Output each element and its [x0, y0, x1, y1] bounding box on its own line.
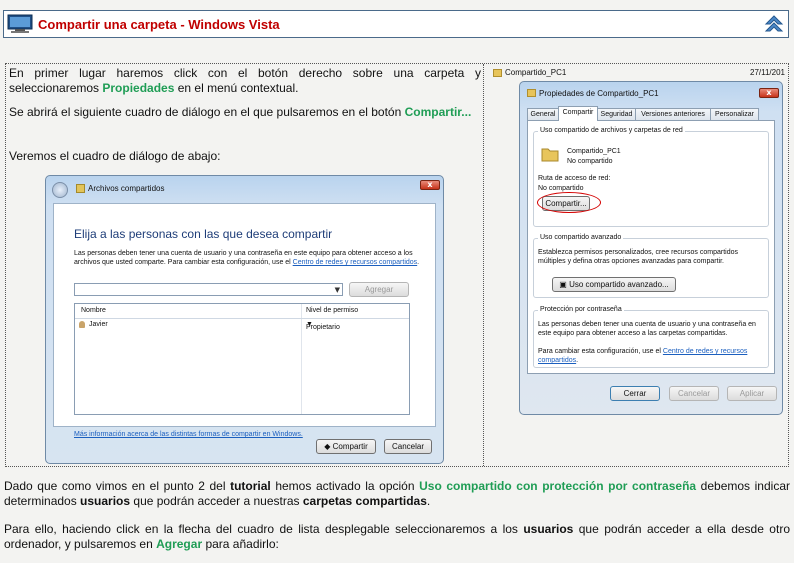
password-description: Las personas deben tener una cuenta de u… [538, 321, 756, 337]
group-title: Uso compartido avanzado [538, 234, 624, 241]
advanced-sharing-button[interactable]: ▣ Uso compartido avanzado... [552, 277, 676, 292]
add-button[interactable]: Agregar [349, 282, 409, 297]
close-icon[interactable]: x [759, 88, 779, 98]
intro-paragraph-3: Veremos el cuadro de diálogo de abajo: [9, 149, 221, 163]
content-table: En primer lugar haremos click con el bot… [5, 63, 789, 467]
tab-seguridad[interactable]: Seguridad [597, 108, 636, 120]
share-button[interactable]: ◆ Compartir [316, 439, 376, 454]
tab-personalizar[interactable]: Personalizar [710, 108, 759, 120]
user-combo-input[interactable]: ▼ [74, 283, 343, 296]
folder-icon [493, 69, 502, 77]
permission-value[interactable]: Propietario ▼ [306, 321, 340, 331]
column-header-permission: Nivel de permiso [306, 307, 359, 314]
network-center-link[interactable]: Centro de redes y recursos compartidos [293, 259, 418, 266]
page-title: Compartir una carpeta - Windows Vista [38, 17, 280, 32]
explorer-date: 27/11/201 [750, 68, 785, 77]
folder-icon [541, 148, 559, 162]
close-button[interactable]: Cerrar [610, 386, 660, 401]
group-title: Uso compartido de archivos y carpetas de… [538, 127, 685, 134]
table-row[interactable]: Javier Propietario ▼ [75, 318, 409, 331]
back-arrow-icon[interactable] [52, 182, 68, 198]
dropdown-arrow-icon[interactable]: ▼ [335, 286, 340, 294]
cancel-button[interactable]: Cancelar [384, 439, 432, 454]
network-sharing-group: Uso compartido de archivos y carpetas de… [533, 127, 769, 227]
apply-button[interactable]: Aplicar [727, 386, 777, 401]
folder-status: No compartido [567, 158, 613, 165]
dialog-body: Elija a las personas con las que desea c… [53, 203, 436, 438]
tab-general[interactable]: General [527, 108, 559, 120]
cancel-button[interactable]: Cancelar [669, 386, 719, 401]
dialog-description: Las personas deben tener una cuenta de u… [74, 250, 420, 266]
outro-paragraph-2: Para ello, haciendo click en la flecha d… [4, 522, 790, 551]
password-config-text: Para cambiar esta configuración, use el … [538, 348, 748, 364]
up-chevron-icon[interactable] [764, 14, 784, 34]
user-name: Javier [89, 321, 108, 328]
explorer-folder-name: Compartido_PC1 [505, 68, 567, 77]
dialog-heading: Elija a las personas con las que desea c… [74, 227, 333, 241]
password-protection-group: Protección por contraseña Las personas d… [533, 306, 769, 368]
advanced-sharing-group: Uso compartido avanzado Establezca permi… [533, 234, 769, 298]
folder-icon [527, 89, 536, 97]
users-table: Nombre Nivel de permiso Javier Propietar… [74, 303, 410, 415]
dialog-title: Propiedades de Compartido_PC1 [539, 89, 659, 98]
table-header: Nombre Nivel de permiso [75, 304, 409, 319]
intro-paragraph-2: Se abrirá el siguiente cuadro de diálogo… [9, 105, 472, 119]
path-label: Ruta de acceso de red: [538, 175, 611, 182]
dialog-title: Archivos compartidos [88, 184, 165, 193]
compartir-button[interactable]: Compartir... [537, 192, 601, 213]
tab-compartir[interactable]: Compartir [558, 106, 598, 121]
tab-versiones[interactable]: Versiones anteriores [635, 108, 711, 120]
column-header-name: Nombre [81, 307, 106, 314]
group-title: Protección por contraseña [538, 306, 624, 313]
compartir-keyword: Compartir... [404, 105, 472, 119]
archivos-compartidos-dialog: Archivos compartidos x Elija a las perso… [45, 175, 444, 464]
user-icon [79, 321, 85, 328]
more-info-link[interactable]: Más información acerca de las distintas … [74, 431, 303, 438]
outro-paragraph-1: Dado que como vimos en el punto 2 del tu… [4, 479, 790, 508]
advanced-description: Establezca permisos personalizados, cree… [538, 249, 738, 265]
sharing-panel: Uso compartido de archivos y carpetas de… [527, 120, 775, 374]
properties-dialog: Propiedades de Compartido_PC1 x General … [519, 81, 783, 415]
folder-name: Compartido_PC1 [567, 148, 621, 155]
shared-folder-icon [76, 184, 85, 193]
intro-paragraph-1: En primer lugar haremos click con el bot… [9, 66, 481, 95]
left-cell: En primer lugar haremos click con el bot… [6, 64, 484, 466]
right-cell: Compartido_PC1 27/11/201 Propiedades de … [484, 64, 788, 466]
computer-icon [7, 14, 33, 33]
highlight-ring [537, 192, 601, 213]
close-icon[interactable]: x [420, 180, 440, 190]
page-header: Compartir una carpeta - Windows Vista [3, 10, 789, 38]
explorer-bar: Compartido_PC1 27/11/201 [493, 66, 785, 82]
propiedades-keyword: Propiedades [102, 81, 175, 95]
